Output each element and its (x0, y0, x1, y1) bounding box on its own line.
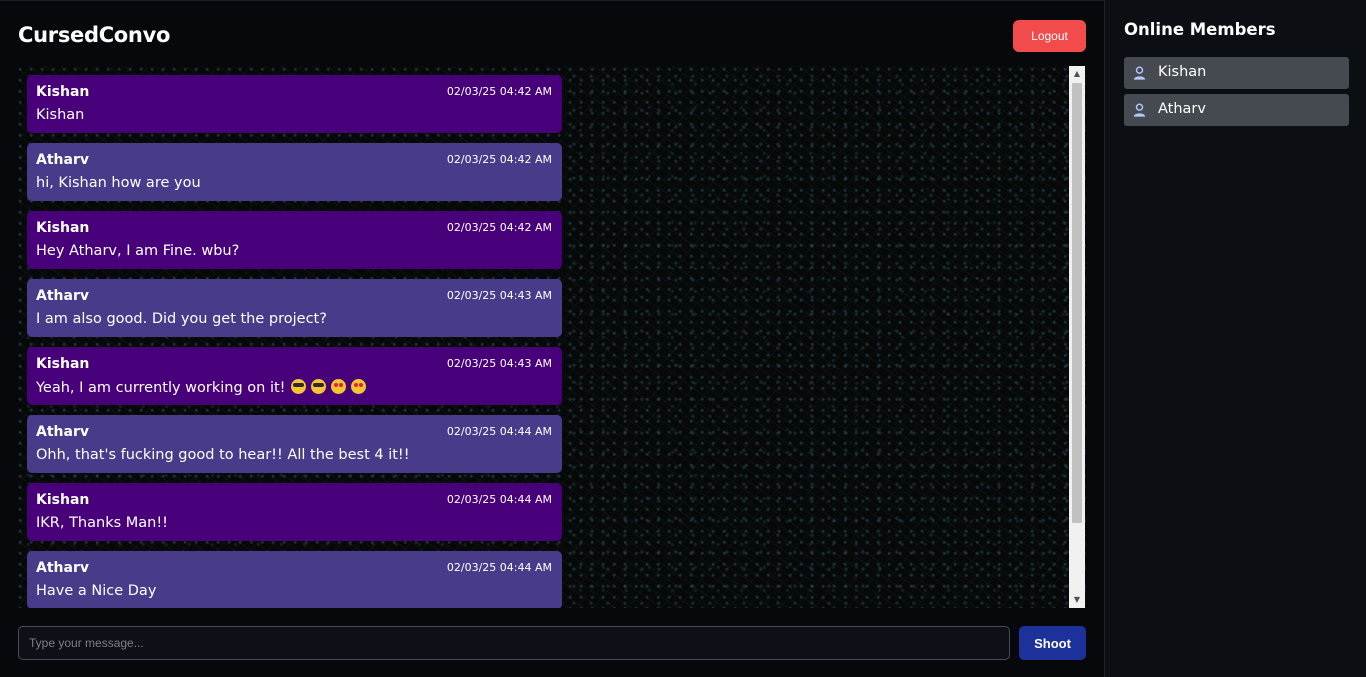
message-bubble: Kishan 02/03/25 04:44 AM IKR, Thanks Man!! (27, 483, 562, 541)
message-bubble: Atharv 02/03/25 04:44 AM Have a Nice Day (27, 551, 562, 608)
member-item[interactable]: Atharv (1124, 94, 1349, 126)
message-sender: Atharv (36, 152, 89, 168)
member-item[interactable]: Kishan (1124, 57, 1349, 89)
scroll-up-arrow-icon[interactable]: ▲ (1069, 66, 1085, 82)
message-text: I am also good. Did you get the project? (36, 311, 327, 327)
message-timestamp: 02/03/25 04:44 AM (446, 425, 552, 438)
online-members-panel: Online Members Kishan Atharv (1104, 0, 1366, 677)
message-bubble: Atharv 02/03/25 04:43 AM I am also good. D… (27, 279, 562, 337)
messages-container: Kishan 02/03/25 04:42 AM Kishan Atharv 02/03… (27, 75, 562, 608)
smiling-face-with-sunglasses-emoji-icon (310, 379, 326, 394)
star-struck-emoji-icon (330, 379, 346, 394)
message-sender: Atharv (36, 288, 89, 304)
message-input[interactable] (18, 626, 1010, 660)
message-bubble: Atharv 02/03/25 04:44 AM Ohh, that's fucki… (27, 415, 562, 473)
online-members-title: Online Members (1124, 20, 1276, 39)
message-timestamp: 02/03/25 04:44 AM (446, 493, 552, 506)
message-timestamp: 02/03/25 04:42 AM (446, 85, 552, 98)
message-sender: Atharv (36, 560, 89, 576)
message-bubble: Kishan 02/03/25 04:42 AM Hey Atharv, I am … (27, 211, 562, 269)
message-text: Hey Atharv, I am Fine. wbu? (36, 243, 240, 259)
message-sender: Atharv (36, 424, 89, 440)
message-text: IKR, Thanks Man!! (36, 515, 168, 531)
message-bubble: Kishan 02/03/25 04:43 AM Yeah, I am curren… (27, 347, 562, 405)
chat-main: CursedConvo Logout Kishan 02/03/25 04:42 … (0, 0, 1104, 677)
chat-app: CursedConvo Logout Kishan 02/03/25 04:42 … (0, 0, 1366, 677)
message-body: Hey Atharv, I am Fine. wbu? (36, 243, 239, 259)
app-title: CursedConvo (18, 23, 171, 47)
user-icon (1133, 66, 1146, 80)
composer: Shoot (18, 626, 1086, 660)
message-timestamp: 02/03/25 04:43 AM (446, 357, 552, 370)
message-text: Have a Nice Day (36, 583, 157, 599)
smiling-face-with-sunglasses-emoji-icon (290, 379, 306, 394)
member-name: Atharv (1158, 101, 1206, 117)
message-bubble: Atharv 02/03/25 04:42 AM hi, Kishan how ar… (27, 143, 562, 201)
send-button[interactable]: Shoot (1019, 626, 1086, 660)
message-body: hi, Kishan how are you (36, 175, 201, 191)
scrollbar[interactable]: ▲ ▼ (1069, 66, 1085, 608)
message-list[interactable]: Kishan 02/03/25 04:42 AM Kishan Atharv 02/03… (18, 66, 1086, 608)
message-timestamp: 02/03/25 04:42 AM (446, 221, 552, 234)
member-list: Kishan Atharv (1124, 57, 1349, 131)
message-bubble: Kishan 02/03/25 04:42 AM Kishan (27, 75, 562, 133)
message-text: Yeah, I am currently working on it! (36, 380, 286, 396)
header: CursedConvo Logout (18, 20, 1086, 53)
message-sender: Kishan (36, 492, 90, 508)
message-timestamp: 02/03/25 04:43 AM (446, 289, 552, 302)
member-name: Kishan (1158, 64, 1207, 80)
scroll-thumb[interactable] (1072, 83, 1082, 523)
star-struck-emoji-icon (350, 379, 366, 394)
message-body: I am also good. Did you get the project? (36, 311, 327, 327)
message-text: Kishan (36, 107, 85, 123)
message-body: Have a Nice Day (36, 583, 156, 599)
message-body: Ohh, that's fucking good to hear!! All t… (36, 447, 410, 463)
message-body: Yeah, I am currently working on it! (36, 379, 366, 396)
user-icon (1133, 103, 1146, 117)
logout-button[interactable]: Logout (1013, 20, 1086, 52)
message-timestamp: 02/03/25 04:44 AM (446, 561, 552, 574)
message-body: Kishan (36, 107, 84, 123)
message-sender: Kishan (36, 220, 90, 236)
message-sender: Kishan (36, 84, 90, 100)
message-body: IKR, Thanks Man!! (36, 515, 168, 531)
scroll-down-arrow-icon[interactable]: ▼ (1069, 592, 1085, 608)
message-sender: Kishan (36, 356, 90, 372)
message-text: hi, Kishan how are you (36, 175, 201, 191)
message-timestamp: 02/03/25 04:42 AM (446, 153, 552, 166)
message-text: Ohh, that's fucking good to hear!! All t… (36, 447, 410, 463)
